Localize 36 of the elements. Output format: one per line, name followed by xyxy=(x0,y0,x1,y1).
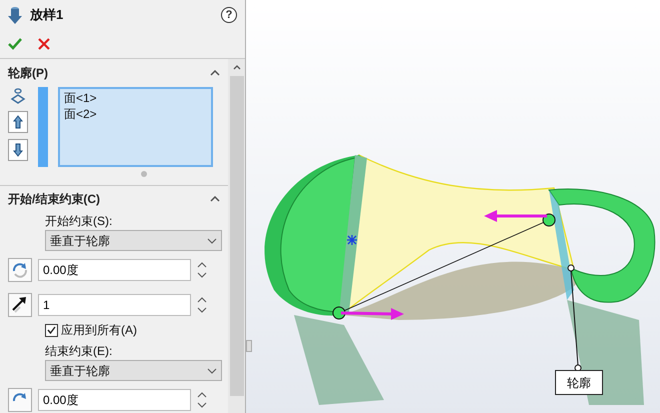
help-button[interactable]: ? xyxy=(221,7,237,23)
collapse-caret-icon[interactable] xyxy=(210,196,220,202)
end-constraint-dropdown[interactable]: 垂直于轮廓 xyxy=(45,360,222,381)
feature-title: 放样1 xyxy=(30,6,64,24)
tangent-length-icon xyxy=(8,293,32,317)
dropdown-caret-icon xyxy=(207,368,217,374)
spin-arrows-icon[interactable] xyxy=(197,391,207,409)
field-label: 结束约束(E): xyxy=(45,343,114,360)
apply-all-checkbox[interactable] xyxy=(45,324,58,336)
panel-splitter-handle[interactable] xyxy=(246,340,252,352)
down-arrow-icon xyxy=(13,143,23,157)
profile-icon xyxy=(10,87,26,105)
checkbox-label: 应用到所有(A) xyxy=(61,322,137,339)
move-up-button[interactable] xyxy=(8,111,28,133)
length-input[interactable]: 1 xyxy=(38,294,191,316)
dropdown-caret-icon xyxy=(207,238,217,244)
close-icon[interactable] xyxy=(38,38,50,50)
section-title: 轮廓(P) xyxy=(8,65,48,82)
section-title: 开始/结束约束(C) xyxy=(8,191,100,208)
collapse-caret-icon[interactable] xyxy=(210,70,220,76)
up-arrow-icon xyxy=(13,115,23,129)
loft-feature-icon xyxy=(8,6,22,24)
callout-label: 轮廓 xyxy=(555,370,603,395)
check-icon[interactable] xyxy=(8,38,22,50)
field-label: 开始约束(S): xyxy=(45,213,114,230)
move-down-button[interactable] xyxy=(8,139,28,161)
profile-item[interactable]: 面<2> xyxy=(64,106,207,122)
rotate-icon xyxy=(8,258,32,282)
profile-item[interactable]: 面<1> xyxy=(64,90,207,106)
start-constraint-dropdown[interactable]: 垂直于轮廓 xyxy=(45,230,222,251)
angle-input[interactable]: 0.00度 xyxy=(38,389,191,411)
spin-arrows-icon[interactable] xyxy=(197,296,207,314)
scroll-up-icon[interactable] xyxy=(232,65,240,70)
angle-input[interactable]: 0.00度 xyxy=(38,259,191,281)
scrollbar[interactable] xyxy=(228,59,245,413)
spin-arrows-icon[interactable] xyxy=(197,261,207,279)
